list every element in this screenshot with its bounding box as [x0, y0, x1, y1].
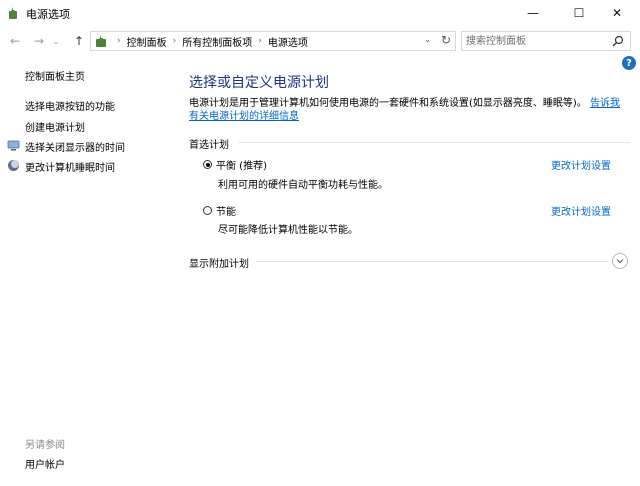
plan-desc-balanced: 利用可用的硬件自动平衡功耗与性能。	[218, 180, 388, 191]
recent-locations-button[interactable]: ⌄	[50, 32, 62, 50]
breadcrumb-all-items[interactable]: 所有控制面板项	[182, 34, 252, 49]
control-panel-icon	[96, 35, 106, 47]
sidebar-item-display-off[interactable]: 选择关闭显示器的时间	[25, 139, 125, 154]
sidebar-control-panel-home[interactable]: 控制面板主页	[25, 68, 85, 83]
chevron-down-icon	[616, 259, 624, 264]
window-title: 电源选项	[26, 8, 70, 21]
title-bar: 电源选项 — ☐ ✕	[0, 0, 640, 26]
sidebar-item-power-button[interactable]: 选择电源按钮的功能	[25, 98, 115, 113]
search-icon[interactable]	[612, 35, 624, 47]
sleep-moon-icon	[8, 160, 19, 171]
address-dropdown-button[interactable]: ⌄	[424, 35, 431, 44]
power-options-icon	[9, 7, 17, 19]
change-plan-settings-link-power-saver[interactable]: 更改计划设置	[551, 203, 611, 218]
sidebar-item-user-accounts[interactable]: 用户帐户	[25, 456, 65, 471]
forward-button[interactable]: →	[30, 32, 48, 50]
plan-name-power-saver[interactable]: 节能	[216, 203, 236, 218]
breadcrumb-separator: ›	[117, 36, 121, 46]
page-description: 电源计划是用于管理计算机如何使用电源的一套硬件和系统设置(如显示器亮度、睡眠等)…	[189, 97, 629, 123]
search-input[interactable]	[466, 33, 606, 49]
see-also-heading: 另请参阅	[25, 440, 65, 451]
change-plan-settings-link-balanced[interactable]: 更改计划设置	[551, 157, 611, 172]
up-button[interactable]: ↑	[70, 32, 88, 50]
page-title: 选择或自定义电源计划	[189, 75, 329, 91]
expand-additional-plans-button[interactable]	[612, 253, 628, 269]
close-button[interactable]: ✕	[594, 0, 640, 26]
help-icon[interactable]: ?	[622, 56, 636, 70]
breadcrumb-separator: ›	[258, 36, 262, 46]
breadcrumb-control-panel[interactable]: 控制面板	[127, 34, 167, 49]
search-box[interactable]	[461, 31, 631, 51]
sidebar-item-create-plan[interactable]: 创建电源计划	[25, 119, 85, 134]
plan-radio-power-saver[interactable]	[203, 206, 212, 215]
breadcrumb: › 控制面板 › 所有控制面板项 › 电源选项	[111, 32, 308, 50]
navigation-bar: ← → ⌄ ↑ › 控制面板 › 所有控制面板项 › 电源选项 ⌄ ↻	[0, 28, 640, 54]
breadcrumb-separator: ›	[172, 36, 177, 46]
show-additional-plans-label[interactable]: 显示附加计划	[189, 255, 249, 270]
monitor-icon	[7, 140, 20, 151]
address-bar[interactable]: › 控制面板 › 所有控制面板项 › 电源选项 ⌄ ↻	[90, 31, 456, 51]
plan-radio-balanced[interactable]	[203, 160, 212, 169]
sidebar-item-sleep-time[interactable]: 更改计算机睡眠时间	[25, 159, 115, 174]
breadcrumb-power-options[interactable]: 电源选项	[268, 34, 308, 49]
preferred-plans-heading: 首选计划	[189, 140, 229, 151]
refresh-button[interactable]: ↻	[441, 33, 451, 47]
description-text: 电源计划是用于管理计算机如何使用电源的一套硬件和系统设置(如显示器亮度、睡眠等)…	[189, 98, 587, 109]
plan-name-balanced[interactable]: 平衡 (推荐)	[216, 157, 267, 172]
divider	[238, 142, 630, 143]
minimize-button[interactable]: —	[510, 0, 556, 26]
divider	[256, 261, 608, 262]
back-button[interactable]: ←	[6, 32, 24, 50]
plan-desc-power-saver: 尽可能降低计算机性能以节能。	[218, 225, 358, 236]
